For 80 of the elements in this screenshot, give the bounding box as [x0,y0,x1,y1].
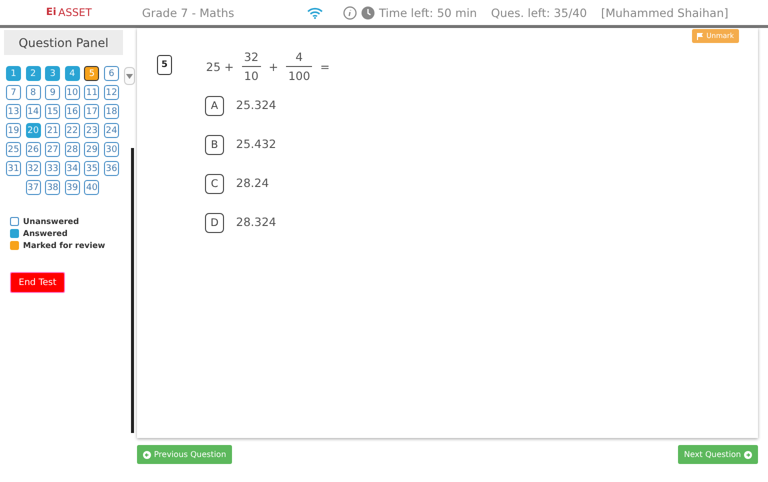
option-letter[interactable]: C [205,174,224,194]
logo-text: ASSET [58,6,92,18]
question-number[interactable]: 6 [104,66,119,81]
question-number[interactable]: 34 [64,161,80,176]
caret-icon [126,74,133,78]
question-number[interactable]: 1 [6,66,21,81]
question-number[interactable]: 3 [45,66,60,81]
question-number[interactable]: 10 [64,85,80,100]
numerator: 32 [242,50,260,66]
question-number[interactable]: 18 [104,104,119,119]
info-icon[interactable] [343,6,357,20]
question-number[interactable]: 21 [45,123,60,138]
question-number-label: 5 [157,54,172,74]
legend-label: Unanswered [23,217,79,226]
option-text[interactable]: 28.24 [236,176,269,190]
question-number[interactable]: 12 [104,85,119,100]
question-number[interactable]: 2 [26,66,41,81]
panel-title: Question Panel [4,30,123,55]
question-number[interactable]: 8 [26,85,41,100]
question-number[interactable]: 22 [64,123,80,138]
question-number[interactable]: 25 [6,142,21,157]
question-number[interactable]: 39 [64,180,80,195]
question-number[interactable]: 24 [104,123,119,138]
denominator: 100 [286,66,312,83]
previous-question-button[interactable]: Previous Question [137,445,232,464]
legend-swatch [10,241,19,250]
question-number[interactable]: 13 [6,104,21,119]
option-text[interactable]: 25.324 [236,98,276,112]
question-number[interactable]: 19 [6,123,21,138]
question-number[interactable]: 28 [64,142,80,157]
question-number[interactable]: 7 [6,85,21,100]
legend-label: Answered [23,229,68,238]
questions-left: Ques. left: 35/40 [490,6,587,20]
question-number[interactable]: 26 [26,142,41,157]
scrollbar[interactable] [131,148,134,433]
question-number[interactable]: 9 [45,85,60,100]
legend-swatch [10,229,19,238]
legend-label: Marked for review [23,241,106,250]
numerator: 4 [294,50,304,66]
option-letter[interactable]: B [205,135,224,155]
question-number[interactable]: 29 [84,142,100,157]
option-text[interactable]: 28.324 [236,215,276,229]
clock-icon [361,6,375,20]
question-number[interactable]: 40 [84,180,100,195]
subject-title: Grade 7 - Maths [142,6,236,20]
question-number[interactable]: 32 [26,161,41,176]
question-number[interactable]: 23 [84,123,100,138]
wifi-icon [307,6,323,18]
legend-swatch [10,217,19,226]
time-left: Time left: 50 min [379,6,477,20]
question-number[interactable]: 16 [64,104,80,119]
question-number[interactable]: 11 [84,85,100,100]
question-number[interactable]: 31 [6,161,21,176]
end-test-button[interactable]: End Test [10,272,65,293]
question-number[interactable]: 35 [84,161,100,176]
expression-text: = [320,60,330,74]
question-number[interactable]: 27 [45,142,60,157]
question-number[interactable]: 37 [26,180,41,195]
user-name: [Muhammed Shaihan] [600,6,728,20]
expression-text: + [268,60,278,74]
option-letter[interactable]: A [205,96,224,116]
question-number[interactable]: 33 [45,161,60,176]
question-number[interactable]: 30 [104,142,119,157]
dropdown-toggle[interactable] [124,67,135,85]
question-number[interactable]: 38 [45,180,60,195]
option-text[interactable]: 25.432 [236,137,276,151]
expression-text: 25 + [206,60,234,74]
denominator: 10 [242,66,261,83]
question-number[interactable]: 15 [45,104,60,119]
question-number[interactable]: 17 [84,104,100,119]
question-number[interactable]: 20 [26,123,41,138]
next-question-button[interactable]: Next Question [678,445,758,464]
question-number[interactable]: 36 [104,161,119,176]
flag-icon [697,32,704,40]
option-letter[interactable]: D [205,213,224,233]
left-arrow-icon [143,450,151,458]
question-number[interactable]: 14 [26,104,41,119]
question-number[interactable]: 4 [64,66,80,81]
logo-mark: Ei [46,7,56,18]
right-arrow-icon [744,450,752,458]
